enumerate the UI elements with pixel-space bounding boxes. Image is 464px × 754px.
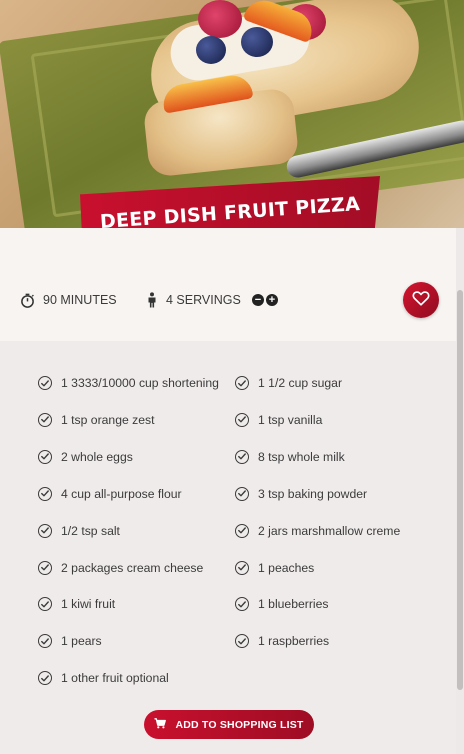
scrollbar[interactable] (456, 228, 464, 754)
ingredient-label: 1 peaches (258, 560, 315, 575)
ingredient-item[interactable]: 1 tsp vanilla (235, 411, 322, 429)
ingredient-item[interactable]: 1 peaches (235, 559, 314, 577)
check-circle-icon[interactable] (38, 671, 52, 686)
favorite-button[interactable] (403, 282, 439, 318)
ingredient-label: 2 jars marshmallow creme (258, 523, 401, 538)
ingredient-label: 1 raspberries (258, 634, 330, 649)
ingredient-label: 1/2 tsp salt (61, 523, 120, 538)
check-circle-icon[interactable] (235, 449, 249, 464)
check-circle-icon[interactable] (235, 597, 249, 612)
ingredient-item[interactable]: 3 tsp baking powder (235, 485, 367, 503)
ingredient-item[interactable]: 1 blueberries (235, 595, 328, 613)
ingredient-item[interactable]: 1 kiwi fruit (38, 595, 115, 613)
ingredient-item[interactable]: 2 jars marshmallow creme (235, 522, 400, 540)
ingredient-item[interactable]: 1 raspberries (235, 632, 329, 650)
check-circle-icon[interactable] (235, 560, 249, 575)
ingredient-item[interactable]: 1 pears (38, 632, 102, 650)
cook-time: 90 MINUTES (20, 291, 117, 309)
raspberry-shape (198, 0, 242, 38)
servings: 4 SERVINGS (146, 291, 241, 309)
check-circle-icon[interactable] (235, 376, 249, 390)
ingredient-label: 2 whole eggs (61, 449, 133, 464)
stopwatch-icon (20, 293, 35, 308)
ingredient-label: 4 cup all-purpose flour (61, 486, 182, 501)
ingredient-label: 2 packages cream cheese (61, 560, 204, 575)
check-circle-icon[interactable] (38, 634, 52, 649)
person-icon (146, 292, 158, 308)
check-circle-icon[interactable] (38, 597, 52, 612)
ingredient-label: 1 kiwi fruit (61, 597, 116, 612)
ingredient-item[interactable]: 1 other fruit optional (38, 669, 169, 687)
ingredient-item[interactable]: 1 3333/10000 cup shortening (38, 374, 219, 392)
check-circle-icon[interactable] (38, 412, 52, 427)
ingredient-label: 1 3333/10000 cup shortening (61, 376, 219, 390)
decrease-servings-button[interactable]: − (252, 294, 264, 306)
ingredient-label: 3 tsp baking powder (258, 486, 368, 501)
heart-icon (412, 290, 430, 311)
ingredient-label: 1 other fruit optional (61, 671, 169, 686)
blueberry-shape (241, 27, 273, 57)
ingredient-item[interactable]: 1 1/2 cup sugar (235, 374, 342, 392)
ingredients-section (0, 341, 456, 754)
add-to-shopping-list-label: ADD TO SHOPPING LIST (175, 718, 304, 731)
check-circle-icon[interactable] (38, 449, 52, 464)
ingredient-label: 1 1/2 cup sugar (258, 376, 343, 390)
ingredient-item[interactable]: 8 tsp whole milk (235, 448, 345, 466)
add-to-shopping-list-button[interactable]: ADD TO SHOPPING LIST (144, 710, 314, 739)
check-circle-icon[interactable] (235, 412, 249, 427)
ingredient-label: 8 tsp whole milk (258, 449, 345, 464)
servings-label: 4 SERVINGS (166, 293, 241, 307)
check-circle-icon[interactable] (38, 376, 52, 390)
ingredient-item[interactable]: 2 whole eggs (38, 448, 133, 466)
check-circle-icon[interactable] (235, 523, 249, 538)
ingredient-item[interactable]: 1/2 tsp salt (38, 522, 120, 540)
check-circle-icon[interactable] (38, 560, 52, 575)
check-circle-icon[interactable] (235, 634, 249, 649)
blueberry-shape (196, 36, 226, 64)
ingredient-item[interactable]: 2 packages cream cheese (38, 559, 203, 577)
ingredient-label: 1 tsp vanilla (258, 412, 323, 427)
cook-time-label: 90 MINUTES (43, 293, 117, 307)
ingredient-label: 1 tsp orange zest (61, 412, 155, 427)
recipe-meta-bar: 90 MINUTES 4 SERVINGS − + (0, 228, 456, 341)
scrollbar-thumb[interactable] (457, 290, 463, 690)
increase-servings-button[interactable]: + (266, 294, 278, 306)
check-circle-icon[interactable] (38, 523, 52, 538)
check-circle-icon[interactable] (38, 486, 52, 501)
ingredient-item[interactable]: 1 tsp orange zest (38, 411, 155, 429)
ingredient-item[interactable]: 4 cup all-purpose flour (38, 485, 182, 503)
servings-stepper: − + (252, 294, 278, 306)
ingredient-label: 1 blueberries (258, 597, 329, 612)
ingredient-label: 1 pears (61, 634, 102, 649)
cart-icon (154, 717, 175, 732)
check-circle-icon[interactable] (235, 486, 249, 501)
